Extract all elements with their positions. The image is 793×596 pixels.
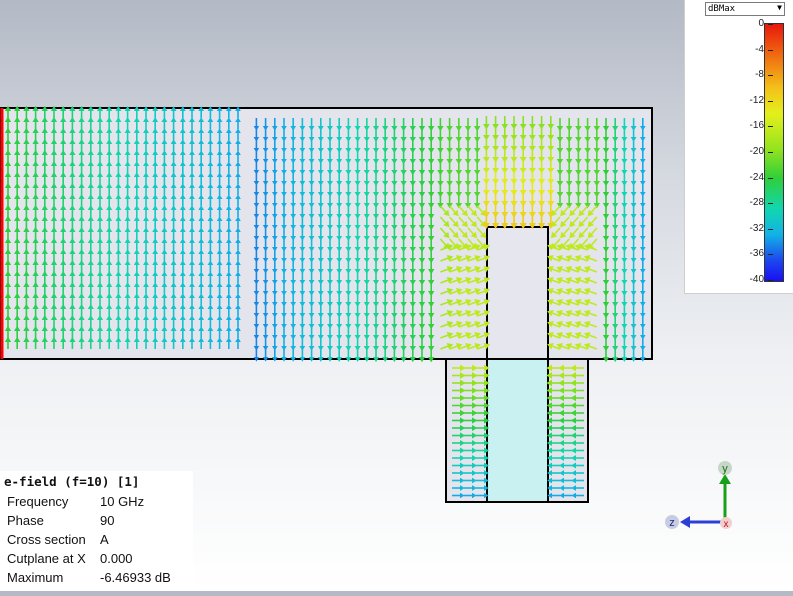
legend-tick-label: -8 (755, 69, 773, 81)
dropdown-arrow-icon[interactable]: ▼ (777, 2, 782, 14)
info-value: A (100, 532, 109, 547)
legend-tick-label: -16 (749, 120, 774, 132)
legend-tick-label: -28 (749, 197, 774, 209)
legend-tick-label: -36 (749, 248, 774, 260)
info-key: Phase (7, 513, 44, 528)
z-axis-arrowhead (680, 516, 690, 528)
color-scale-bar (764, 23, 784, 282)
axis-triad: y z x (665, 461, 732, 530)
info-key: Cutplane at X (7, 551, 86, 566)
color-legend: dBMax ▼ 0 -4 -8 -12 -16 -20 -24 -28 -32 -36 -40 (684, 0, 793, 294)
dielectric-pin (486, 358, 549, 503)
legend-tick-label: -20 (749, 146, 774, 157)
info-value: 10 GHz (100, 494, 145, 509)
y-axis-label: y (722, 463, 728, 475)
x-axis-label: x (724, 519, 729, 530)
info-value: -6.46933 dB (100, 570, 171, 585)
info-key: Maximum (7, 570, 64, 585)
legend-unit-label: dBMax (708, 4, 736, 14)
z-axis-label: z (669, 517, 675, 529)
legend-tick-label: -12 (749, 94, 774, 106)
legend-tick-label: -24 (749, 171, 774, 183)
legend-tick-label: -32 (749, 222, 774, 234)
info-key: Cross section (7, 532, 86, 547)
info-value: 0.000 (100, 551, 133, 566)
y-axis-arrowhead (719, 474, 731, 484)
monitor-title: e-field (f=10) [1] (4, 474, 140, 489)
info-key: Frequency (7, 494, 69, 509)
info-value: 90 (100, 513, 115, 528)
info-panel: e-field (f=10) [1] Frequency 10 GHz Phase 9… (0, 471, 193, 591)
legend-unit-select[interactable]: dBMax ▼ (705, 2, 785, 16)
legend-tick-label: 0 (758, 18, 772, 29)
legend-tick-label: -40 (749, 274, 774, 285)
metal-post (486, 226, 549, 360)
legend-tick-label: -4 (755, 43, 773, 55)
